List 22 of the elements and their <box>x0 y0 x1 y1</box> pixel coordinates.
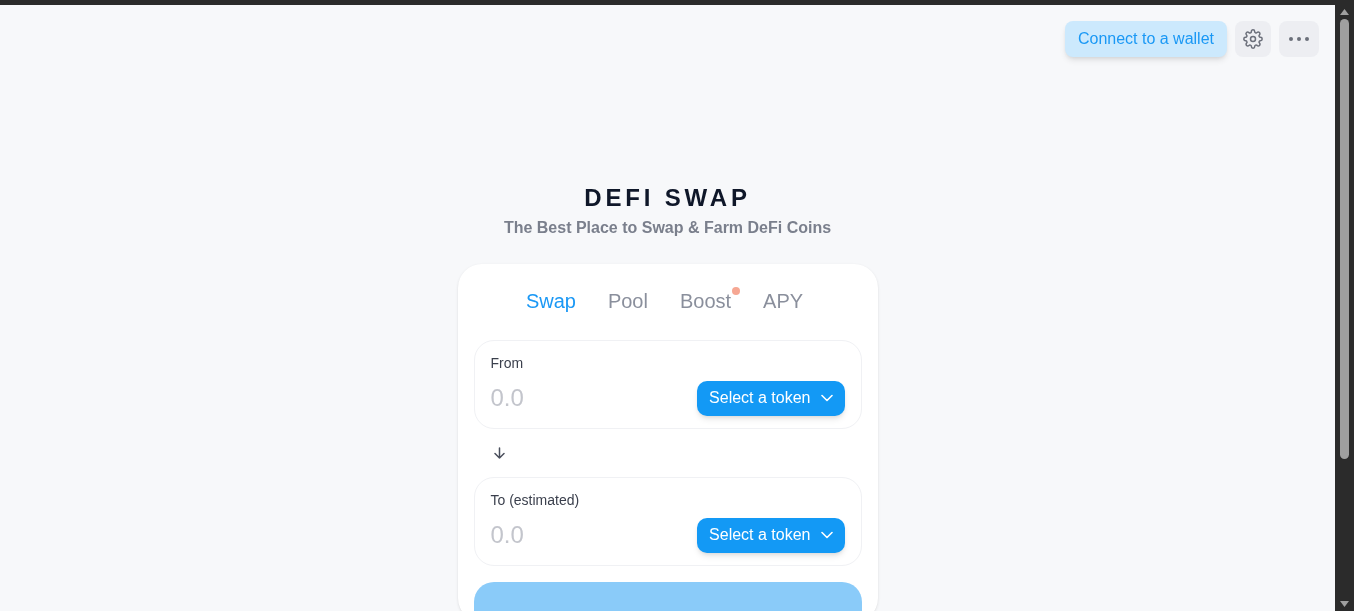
panel-label: To (estimated) <box>490 491 580 510</box>
select-token-button[interactable]: Select a token <box>697 517 845 553</box>
more-button[interactable] <box>1279 21 1319 57</box>
settings-icon <box>1243 29 1263 49</box>
panel-label: From <box>490 354 524 373</box>
arrow-down-icon <box>493 447 505 459</box>
nav-tab[interactable]: Boost <box>679 290 732 312</box>
app-subtitle: The Best Place to Swap & Farm DeFi Coins <box>503 218 832 238</box>
amount-input[interactable]: 0.0 <box>490 380 671 416</box>
nav-tab[interactable]: APY <box>763 290 804 312</box>
amount-input[interactable]: 0.0 <box>490 517 671 553</box>
connect-wallet-button[interactable]: Connect to a wallet <box>1064 21 1227 57</box>
select-token-button[interactable]: Select a token <box>697 380 845 416</box>
chevron-down-icon <box>820 394 833 402</box>
settings-button[interactable] <box>1235 21 1271 57</box>
more-icon <box>1289 37 1309 41</box>
scroll-down-icon <box>1340 601 1349 607</box>
chevron-down-icon <box>820 531 833 539</box>
scroll-up-icon <box>1340 9 1349 15</box>
nav-tab[interactable]: Swap <box>525 290 576 312</box>
nav-tab[interactable]: Pool <box>607 290 648 312</box>
app-title: DEFI SWAP <box>584 184 751 212</box>
